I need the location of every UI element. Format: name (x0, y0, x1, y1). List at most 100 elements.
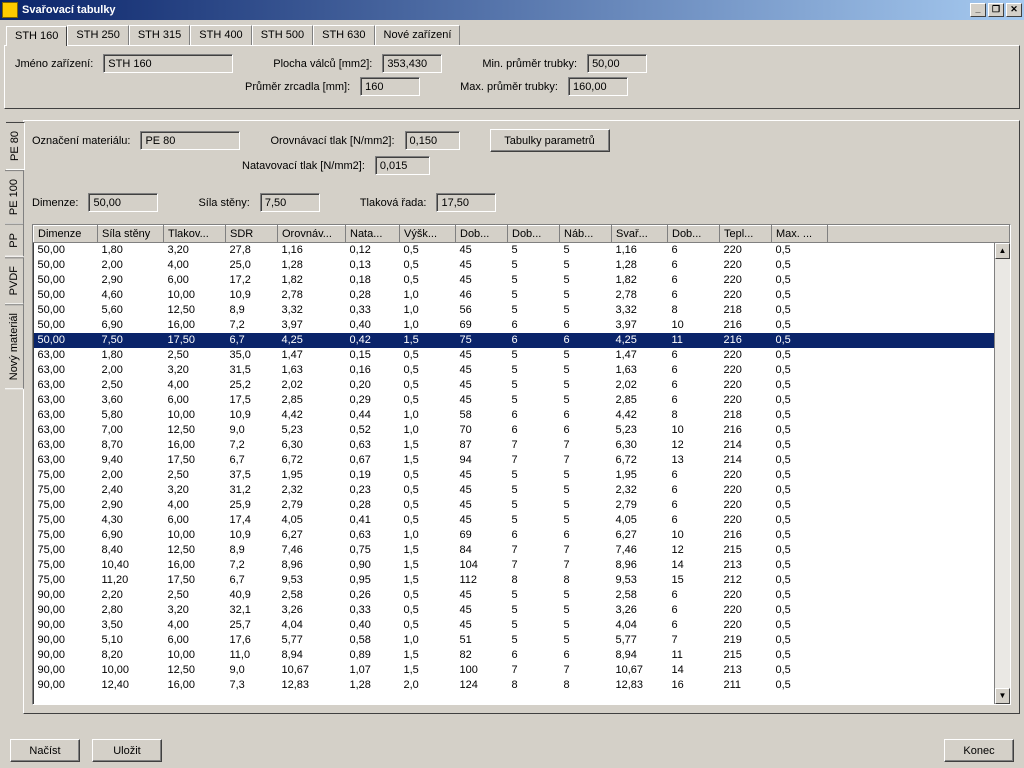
table-row[interactable]: 63,008,7016,007,26,300,631,587776,301221… (34, 438, 1010, 453)
cell: 0,63 (346, 438, 400, 453)
cell: 0,41 (346, 513, 400, 528)
cell: 0,5 (772, 378, 828, 393)
tab-sth-400[interactable]: STH 400 (190, 25, 251, 45)
cell: 5 (508, 288, 560, 303)
vtab-pvdf[interactable]: PVDF (5, 257, 24, 304)
scroll-down-button[interactable]: ▼ (995, 688, 1010, 704)
tab-sth-630[interactable]: STH 630 (313, 25, 374, 45)
orov-tlak-field[interactable] (405, 131, 460, 150)
close-button[interactable]: ✕ (1006, 3, 1022, 17)
data-table[interactable]: DimenzeSíla stěnyTlakov...SDROrovnáv...N… (33, 225, 1010, 693)
save-button[interactable]: Uložit (92, 739, 162, 762)
minimize-button[interactable]: _ (970, 3, 986, 17)
table-row[interactable]: 90,003,504,0025,74,040,400,545554,046220… (34, 618, 1010, 633)
table-row[interactable]: 50,007,5017,506,74,250,421,575664,251121… (34, 333, 1010, 348)
cell: 1,0 (400, 303, 456, 318)
vertical-scrollbar[interactable]: ▲ ▼ (994, 243, 1010, 704)
table-row[interactable]: 75,002,002,5037,51,950,190,545551,956220… (34, 468, 1010, 483)
table-row[interactable]: 50,002,906,0017,21,820,180,545551,826220… (34, 273, 1010, 288)
table-row[interactable]: 50,005,6012,508,93,320,331,056553,328218… (34, 303, 1010, 318)
table-row[interactable]: 75,008,4012,508,97,460,751,584777,461221… (34, 543, 1010, 558)
tab-sth-160[interactable]: STH 160 (6, 26, 67, 46)
col-header[interactable]: Tlakov... (164, 226, 226, 243)
cell: 50,00 (34, 318, 98, 333)
table-row[interactable]: 50,004,6010,0010,92,780,281,046552,78622… (34, 288, 1010, 303)
col-header[interactable]: Dob... (456, 226, 508, 243)
col-header[interactable]: Tepl... (720, 226, 772, 243)
table-row[interactable]: 90,002,202,5040,92,580,260,545552,586220… (34, 588, 1010, 603)
max-prumer-field[interactable] (568, 77, 628, 96)
table-row[interactable]: 63,007,0012,509,05,230,521,070665,231021… (34, 423, 1010, 438)
col-header[interactable]: Dimenze (34, 226, 98, 243)
maximize-button[interactable]: ❐ (988, 3, 1004, 17)
table-row[interactable]: 50,001,803,2027,81,160,120,545551,166220… (34, 243, 1010, 258)
plocha-field[interactable] (382, 54, 442, 73)
col-header[interactable]: Dob... (508, 226, 560, 243)
cell: 6 (668, 363, 720, 378)
tab-nové-zařízení[interactable]: Nové zařízení (375, 25, 461, 45)
table-row[interactable]: 63,001,802,5035,01,470,150,545551,476220… (34, 348, 1010, 363)
prumer-zrcadla-field[interactable] (360, 77, 420, 96)
cell: 4,04 (612, 618, 668, 633)
table-row[interactable]: 75,0011,2017,506,79,530,951,5112889,5315… (34, 573, 1010, 588)
table-row[interactable]: 63,005,8010,0010,94,420,441,058664,42821… (34, 408, 1010, 423)
table-row[interactable]: 75,0010,4016,007,28,960,901,5104778,9614… (34, 558, 1010, 573)
col-header[interactable]: Výšk... (400, 226, 456, 243)
table-row[interactable]: 63,003,606,0017,52,850,290,545552,856220… (34, 393, 1010, 408)
table-row[interactable]: 90,005,106,0017,65,770,581,051555,777219… (34, 633, 1010, 648)
col-header[interactable]: SDR (226, 226, 278, 243)
load-button[interactable]: Načíst (10, 739, 80, 762)
cell: 14 (668, 663, 720, 678)
min-prumer-field[interactable] (587, 54, 647, 73)
tab-sth-250[interactable]: STH 250 (67, 25, 128, 45)
oznaceni-field[interactable] (140, 131, 240, 150)
tab-sth-315[interactable]: STH 315 (129, 25, 190, 45)
device-name-field[interactable] (103, 54, 233, 73)
table-row[interactable]: 75,002,904,0025,92,790,280,545552,796220… (34, 498, 1010, 513)
table-row[interactable]: 63,009,4017,506,76,720,671,594776,721321… (34, 453, 1010, 468)
col-header[interactable]: Síla stěny (98, 226, 164, 243)
cell: 3,20 (164, 243, 226, 258)
table-row[interactable]: 75,006,9010,0010,96,270,631,069666,27102… (34, 528, 1010, 543)
exit-button[interactable]: Konec (944, 739, 1014, 762)
cell: 63,00 (34, 378, 98, 393)
col-header[interactable]: Nata... (346, 226, 400, 243)
table-row[interactable]: 50,002,004,0025,01,280,130,545551,286220… (34, 258, 1010, 273)
vtab-pe-100[interactable]: PE 100 (5, 170, 24, 224)
cell: 8 (508, 573, 560, 588)
cell: 0,63 (346, 528, 400, 543)
col-header[interactable]: Náb... (560, 226, 612, 243)
table-row[interactable]: 90,0012,4016,007,312,831,282,01248812,83… (34, 678, 1010, 693)
col-header[interactable]: Orovnáv... (278, 226, 346, 243)
table-row[interactable]: 75,004,306,0017,44,050,410,545554,056220… (34, 513, 1010, 528)
vtab-pp[interactable]: PP (5, 224, 24, 257)
cell: 3,26 (278, 603, 346, 618)
table-row[interactable]: 90,0010,0012,509,010,671,071,51007710,67… (34, 663, 1010, 678)
scroll-up-button[interactable]: ▲ (995, 243, 1010, 259)
natav-tlak-field[interactable] (375, 156, 430, 175)
table-row[interactable]: 50,006,9016,007,23,970,401,069663,971021… (34, 318, 1010, 333)
tabulky-button[interactable]: Tabulky parametrů (490, 129, 610, 152)
cell: 0,5 (772, 678, 828, 693)
dim-field[interactable] (88, 193, 158, 212)
vtab-nový-materiál[interactable]: Nový materiál (5, 304, 24, 389)
sila-field[interactable] (260, 193, 320, 212)
cell: 10,67 (612, 663, 668, 678)
cell: 6,00 (164, 393, 226, 408)
table-row[interactable]: 90,008,2010,0011,08,940,891,582668,94112… (34, 648, 1010, 663)
cell: 4,00 (164, 618, 226, 633)
tab-sth-500[interactable]: STH 500 (252, 25, 313, 45)
scroll-track[interactable] (995, 259, 1010, 688)
col-header[interactable]: Max. ... (772, 226, 828, 243)
table-row[interactable]: 63,002,504,0025,22,020,200,545552,026220… (34, 378, 1010, 393)
table-row[interactable]: 63,002,003,2031,51,630,160,545551,636220… (34, 363, 1010, 378)
rada-field[interactable] (436, 193, 496, 212)
col-header[interactable]: Svař... (612, 226, 668, 243)
table-row[interactable]: 90,002,803,2032,13,260,330,545553,266220… (34, 603, 1010, 618)
col-header[interactable]: Dob... (668, 226, 720, 243)
cell: 0,90 (346, 558, 400, 573)
vtab-pe-80[interactable]: PE 80 (6, 122, 25, 170)
cell: 45 (456, 603, 508, 618)
cell: 17,5 (226, 393, 278, 408)
table-row[interactable]: 75,002,403,2031,22,320,230,545552,326220… (34, 483, 1010, 498)
